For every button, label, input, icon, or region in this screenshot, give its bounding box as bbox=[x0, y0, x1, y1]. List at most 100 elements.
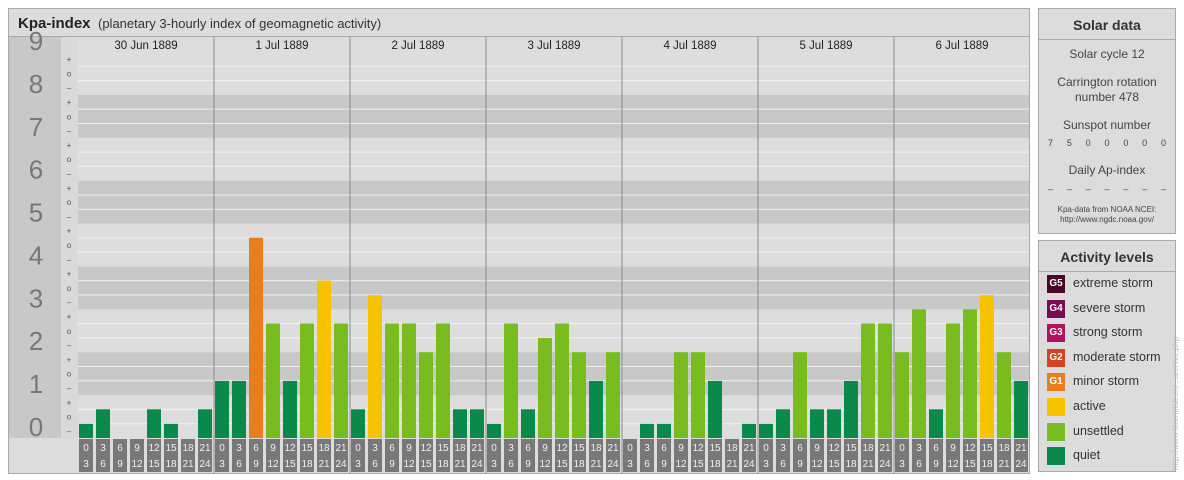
minor-tick-label: – bbox=[67, 127, 72, 136]
minor-tick-label: o bbox=[67, 370, 72, 379]
kp-bar bbox=[147, 409, 161, 438]
interval-start-label: 9 bbox=[814, 443, 820, 454]
interval-start-label: 6 bbox=[253, 443, 259, 454]
interval-start-label: 18 bbox=[318, 443, 330, 454]
kp-bar bbox=[844, 380, 858, 438]
kp-bar bbox=[963, 309, 977, 438]
legend-item: active bbox=[1047, 398, 1175, 416]
interval-end-label: 21 bbox=[454, 459, 466, 470]
interval-end-label: 9 bbox=[525, 459, 531, 470]
interval-end-label: 15 bbox=[148, 459, 160, 470]
kp-bar bbox=[759, 423, 773, 438]
legend-label: unsettled bbox=[1073, 423, 1124, 438]
interval-start-label: 0 bbox=[899, 443, 905, 454]
y-tick-label: 4 bbox=[29, 240, 43, 270]
interval-end-label: 15 bbox=[420, 459, 432, 470]
interval-end-label: 21 bbox=[726, 459, 738, 470]
watermark: http://www.fourmilab.ch/...archive.php bbox=[1171, 337, 1180, 470]
interval-start-label: 21 bbox=[471, 443, 483, 454]
kp-bar bbox=[946, 323, 960, 438]
kp-bar bbox=[555, 323, 569, 438]
sunspot-value: 0 bbox=[1142, 138, 1148, 148]
interval-end-label: 15 bbox=[828, 459, 840, 470]
kp-bar bbox=[504, 323, 518, 438]
kp-bar bbox=[912, 309, 926, 438]
legend-label: strong storm bbox=[1073, 325, 1143, 340]
legend-item: G2 moderate storm bbox=[1047, 348, 1175, 367]
activity-levels-panel: Activity levels G5 extreme storm G4 severe … bbox=[1038, 240, 1176, 472]
interval-start-label: 6 bbox=[389, 443, 395, 454]
interval-end-label: 6 bbox=[508, 459, 514, 470]
band-kp-7 bbox=[9, 94, 1029, 138]
kp-bar bbox=[895, 352, 909, 438]
day-label: 6 Jul 1889 bbox=[935, 40, 988, 52]
kp-bar bbox=[929, 409, 943, 438]
band-kp-1 bbox=[9, 352, 1029, 396]
kp-bar bbox=[317, 280, 331, 438]
band-kp-4 bbox=[9, 223, 1029, 267]
minor-tick-label: + bbox=[67, 312, 72, 321]
kpa-bar-chart: 30 Jun 1889 1 Jul 1889 2 Jul 1889 3 Jul 188… bbox=[9, 26, 1029, 473]
interval-end-label: 6 bbox=[780, 459, 786, 470]
interval-start-label: 18 bbox=[590, 443, 602, 454]
interval-start-label: 3 bbox=[100, 443, 106, 454]
activity-levels-header: Activity levels bbox=[1039, 241, 1175, 272]
day-label: 2 Jul 1889 bbox=[391, 40, 444, 52]
kp-bar bbox=[232, 380, 246, 438]
minor-tick-label: o bbox=[67, 155, 72, 164]
interval-start-label: 9 bbox=[406, 443, 412, 454]
band-kp-5 bbox=[9, 180, 1029, 224]
kp-bar bbox=[640, 423, 654, 438]
interval-start-label: 15 bbox=[845, 443, 857, 454]
interval-end-label: 24 bbox=[199, 459, 211, 470]
interval-start-label: 3 bbox=[916, 443, 922, 454]
sunspot-value: 0 bbox=[1160, 138, 1166, 148]
legend-item: unsettled bbox=[1047, 422, 1175, 441]
interval-start-label: 21 bbox=[743, 443, 755, 454]
kp-bar bbox=[606, 352, 620, 438]
legend-item: G5 extreme storm bbox=[1047, 275, 1175, 293]
kp-bar bbox=[385, 323, 399, 438]
band-kp-0 bbox=[9, 395, 1029, 438]
kp-bar bbox=[827, 409, 841, 438]
interval-end-label: 6 bbox=[100, 459, 106, 470]
interval-end-label: 15 bbox=[692, 459, 704, 470]
interval-start-label: 3 bbox=[644, 443, 650, 454]
credit-url: http://www.ngdc.noaa.gov/ bbox=[1060, 215, 1154, 224]
minor-tick-label: – bbox=[67, 255, 72, 264]
legend-label: quiet bbox=[1073, 448, 1101, 463]
interval-start-label: 12 bbox=[692, 443, 704, 454]
interval-end-label: 3 bbox=[763, 459, 769, 470]
kp-bar bbox=[538, 338, 552, 438]
legend-swatch: G5 bbox=[1047, 275, 1065, 293]
interval-end-label: 12 bbox=[675, 459, 687, 470]
interval-start-label: 9 bbox=[542, 443, 548, 454]
y-tick-label: 8 bbox=[29, 69, 43, 99]
kp-bar bbox=[368, 295, 382, 438]
kp-bar bbox=[997, 352, 1011, 438]
interval-end-label: 24 bbox=[607, 459, 619, 470]
interval-start-label: 21 bbox=[1015, 443, 1027, 454]
carrington-rotation: Carrington rotation number 478 bbox=[1057, 75, 1157, 104]
interval-end-label: 21 bbox=[590, 459, 602, 470]
data-credit: Kpa-data from NOAA NCEI: http://www.ngdc… bbox=[1039, 205, 1175, 225]
legend-swatch bbox=[1047, 422, 1065, 441]
sunspot-value: 5 bbox=[1066, 138, 1072, 148]
minor-tick-label: + bbox=[67, 355, 72, 364]
interval-end-label: 21 bbox=[182, 459, 194, 470]
interval-start-label: 12 bbox=[148, 443, 160, 454]
day-label: 5 Jul 1889 bbox=[799, 40, 852, 52]
kp-bar bbox=[861, 323, 875, 438]
legend-item: G3 strong storm bbox=[1047, 324, 1175, 343]
interval-end-label: 21 bbox=[862, 459, 874, 470]
interval-end-label: 9 bbox=[797, 459, 803, 470]
ap-index-value: – bbox=[1123, 184, 1129, 194]
kp-bar bbox=[810, 409, 824, 438]
interval-end-label: 24 bbox=[743, 459, 755, 470]
kp-bar bbox=[96, 409, 110, 438]
legend-item: G4 severe storm bbox=[1047, 299, 1175, 318]
minor-tick-label: – bbox=[67, 212, 72, 221]
legend-label: severe storm bbox=[1073, 300, 1146, 315]
y-tick-label: 3 bbox=[29, 283, 43, 313]
interval-end-label: 12 bbox=[947, 459, 959, 470]
